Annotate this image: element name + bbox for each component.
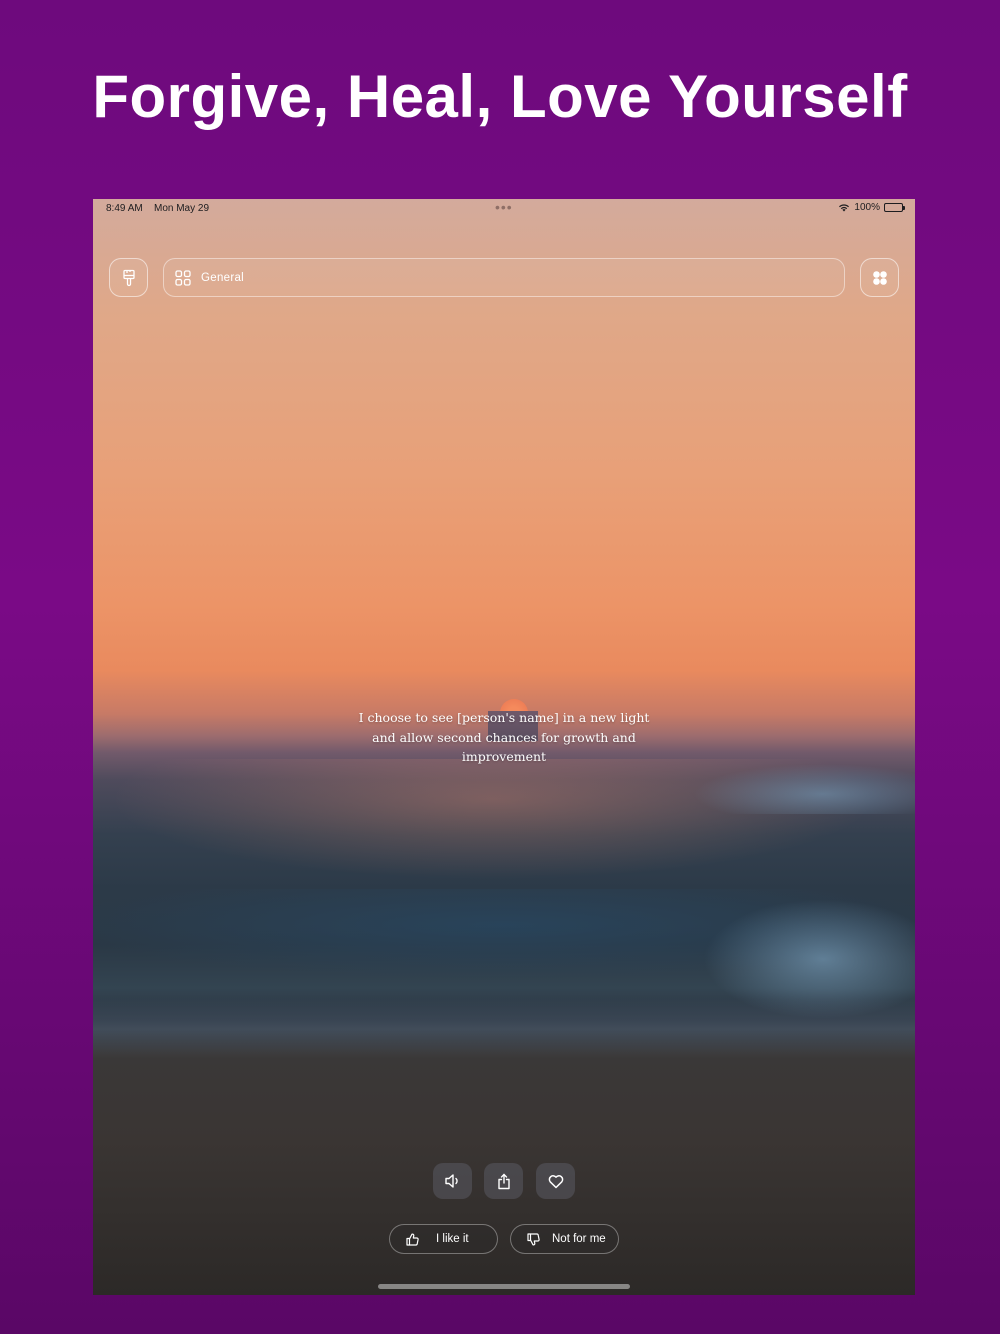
battery-icon xyxy=(884,203,905,212)
dislike-button[interactable]: Not for me xyxy=(510,1224,619,1254)
status-date: Mon May 29 xyxy=(154,203,210,214)
thumbs-up-icon xyxy=(406,1233,419,1246)
speaker-icon xyxy=(444,1174,458,1188)
affirmation-text: I choose to see [person's name] in a new… xyxy=(358,710,650,764)
dislike-label: Not for me xyxy=(552,1233,606,1245)
share-button[interactable] xyxy=(484,1163,523,1199)
grid-icon xyxy=(175,269,191,286)
shore-foam xyxy=(93,999,915,1059)
category-label: General xyxy=(201,271,245,284)
multitasking-dots-icon[interactable]: ••• xyxy=(495,199,513,215)
categories-menu-button[interactable] xyxy=(860,258,899,297)
promo-headline: Forgive, Heal, Love Yourself xyxy=(92,63,908,130)
status-right: 100% xyxy=(838,202,905,213)
like-label: I like it xyxy=(436,1233,469,1245)
paintbrush-icon xyxy=(122,269,135,286)
share-icon xyxy=(497,1173,510,1189)
category-selector[interactable]: General xyxy=(163,258,845,297)
four-dots-grid-icon xyxy=(872,270,887,285)
wave xyxy=(693,764,915,814)
theme-brush-button[interactable] xyxy=(109,258,148,297)
device-screen: 8:49 AM Mon May 29 ••• 100% General I ch… xyxy=(93,199,915,1295)
heart-icon xyxy=(548,1174,563,1188)
battery-percent: 100% xyxy=(854,202,880,213)
favorite-button[interactable] xyxy=(536,1163,575,1199)
wifi-icon xyxy=(839,204,850,212)
status-time: 8:49 AM xyxy=(106,203,143,214)
thumbs-down-icon xyxy=(527,1232,540,1245)
home-indicator[interactable] xyxy=(378,1284,630,1289)
sound-button[interactable] xyxy=(433,1163,472,1199)
status-bar: 8:49 AM Mon May 29 ••• 100% xyxy=(93,199,915,219)
like-button[interactable]: I like it xyxy=(389,1224,498,1254)
